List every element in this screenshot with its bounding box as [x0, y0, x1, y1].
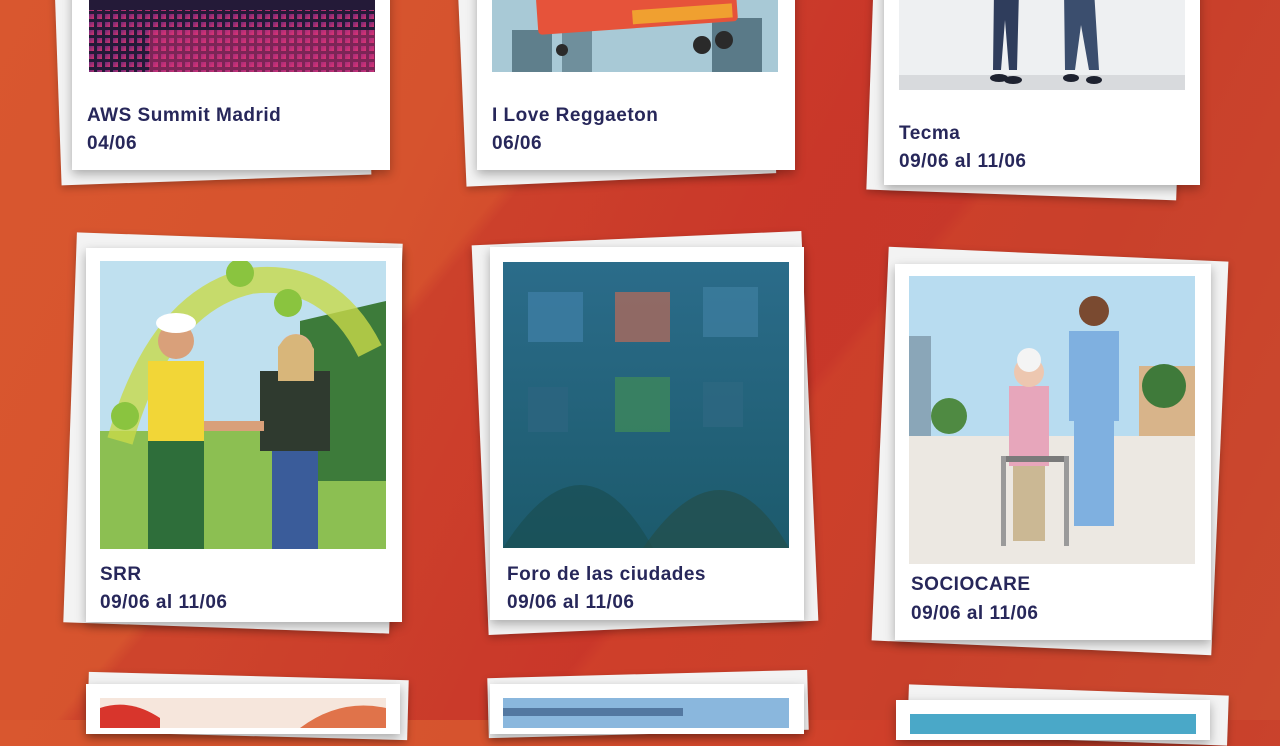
event-image — [492, 0, 778, 72]
event-image — [910, 714, 1196, 734]
event-title: AWS Summit Madrid — [87, 105, 282, 126]
event-title: SRR — [100, 564, 142, 585]
event-image — [100, 261, 386, 549]
event-title: Foro de las ciudades — [507, 564, 706, 585]
event-image — [909, 276, 1195, 564]
event-date: 09/06 al 11/06 — [899, 151, 1027, 172]
event-image — [100, 698, 386, 728]
event-image — [503, 262, 789, 548]
event-title: I Love Reggaeton — [492, 105, 659, 126]
event-date: 06/06 — [492, 133, 543, 154]
event-date: 09/06 al 11/06 — [100, 592, 228, 613]
event-title: SOCIOCARE — [911, 574, 1031, 595]
event-image — [503, 698, 789, 728]
event-title: Tecma — [899, 123, 961, 144]
event-date: 04/06 — [87, 133, 138, 154]
event-image — [899, 0, 1185, 90]
event-image — [89, 0, 375, 72]
event-date: 09/06 al 11/06 — [507, 592, 635, 613]
event-date: 09/06 al 11/06 — [911, 603, 1039, 624]
